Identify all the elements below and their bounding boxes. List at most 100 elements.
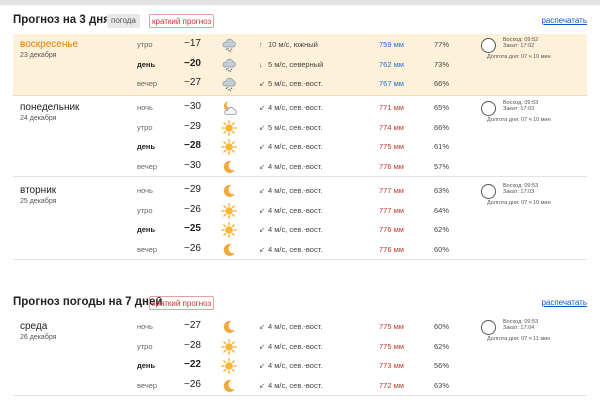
wind-info: ↙ 5 м/с, сев.-вост. [259,123,322,132]
humidity: 66% [434,79,450,88]
wind-arrow-icon: ↙ [259,186,266,195]
print-link[interactable]: распечатать [541,16,587,25]
sunset-time: Закат: 17:04 [503,325,535,331]
wind-text: 4 м/с, сев.-вост. [268,361,323,370]
wind-text: 4 м/с, сев.-вост. [268,322,323,331]
period-label: утро [137,205,153,215]
sun-info: Восход: 09:53 Закат: 17:04 Долгота дня: 07… [481,319,587,351]
humidity: 63% [434,380,450,390]
period-label: ночь [137,103,153,112]
print-link-7day[interactable]: распечатать [541,298,587,307]
wind-arrow-icon: ↙ [259,322,266,331]
top-bar [0,0,600,4]
period-row: вечер −26 ↙ 4 м/с, сев.-вост. 772 мм 63% [13,377,587,395]
sun-icon [221,222,237,238]
temperature: −26 [184,242,201,254]
temperature: −27 [184,77,201,88]
sun-icon [221,139,237,155]
moon-phase-icon [481,38,496,53]
tab-brief-forecast-7day[interactable]: краткий прогноз [149,296,215,310]
sun-icon [221,202,237,219]
wind-text: 4 м/с, сев.-вост. [268,244,323,254]
day-length: Долгота дня: 07 ч 10 мин [487,54,551,60]
wind-info: ↓ 5 м/с, северный [259,60,323,69]
wind-arrow-icon: ↙ [259,244,266,254]
wind-arrow-icon: ↙ [259,103,266,112]
temperature: −30 [184,101,201,112]
wind-arrow-icon: ↙ [259,225,266,234]
wind-info: ↙ 4 м/с, сев.-вост. [259,322,322,331]
cloud-snow-icon [221,57,237,73]
pressure: 775 мм [379,142,404,151]
temperature: −29 [184,120,201,132]
pressure: 767 мм [379,79,404,88]
temperature: −20 [184,57,201,69]
wind-info: ↙ 4 м/с, сев.-вост. [259,245,322,254]
pressure: 762 мм [379,59,404,69]
day-block: воскресенье 23 декабря утро −17 ↑ 10 м/с, южн… [13,34,587,96]
temperature: −17 [184,38,201,49]
period-label: ночь [137,186,153,195]
wind-arrow-icon: ↙ [259,161,266,171]
humidity: 65% [434,103,450,112]
wind-text: 4 м/с, сев.-вост. [268,161,323,171]
humidity: 66% [434,122,450,132]
humidity: 77% [434,40,450,49]
wind-arrow-icon: ↙ [259,361,266,370]
humidity: 64% [434,205,450,215]
tab-weather[interactable]: погода [107,14,140,28]
tab-brief-forecast[interactable]: краткий прогноз [149,14,215,28]
period-row: вечер −27 ↙ 5 м/с, сев.-вост. 767 мм 66% [13,75,587,93]
humidity: 63% [434,186,450,195]
sunset-time: Закат: 17:03 [503,189,535,195]
temperature: −26 [184,203,201,215]
period-label: день [137,142,156,151]
period-row: день −28 ↙ 4 м/с, сев.-вост. 775 мм 61% [13,138,587,156]
moon-icon [221,159,237,175]
pressure: 775 мм [379,341,404,351]
day-length: Долгота дня: 07 ч 10 мин [487,200,551,206]
day-block: среда 26 декабря ночь −27 ↙ 4 м/с, сев.-вост.… [13,316,587,396]
sun-icon [221,119,237,136]
period-label: утро [137,341,153,351]
wind-arrow-icon: ↑ [259,40,263,49]
moon-cloud-icon [221,100,237,116]
moon-icon [221,378,237,394]
sun-icon [221,358,237,374]
pressure: 772 мм [379,380,404,390]
section-3day-title: Прогноз на 3 дня [13,14,110,26]
wind-arrow-icon: ↙ [259,205,266,215]
wind-arrow-icon: ↙ [259,380,266,390]
moon-phase-icon [481,101,496,116]
temperature: −27 [184,320,201,331]
moon-phase-icon [481,184,496,199]
moon-icon [221,319,237,335]
wind-info: ↑ 10 м/с, южный [259,40,318,49]
wind-arrow-icon: ↓ [259,59,263,69]
sun-info: Восход: 09:53 Закат: 17:03 Долгота дня: 07… [481,183,587,215]
period-label: день [137,59,156,69]
pressure: 777 мм [379,205,404,215]
period-label: вечер [137,244,158,254]
wind-arrow-icon: ↙ [259,341,266,351]
day-block: вторник 25 декабря ночь −29 ↙ 4 м/с, сев.-вос… [13,180,587,260]
temperature: −25 [184,223,201,234]
period-label: утро [137,40,153,49]
period-label: день [137,361,156,370]
wind-text: 5 м/с, сев.-вост. [268,122,323,132]
sun-info: Восход: 09:53 Закат: 17:03 Долгота дня: 07… [481,100,587,132]
period-label: вечер [137,380,158,390]
cloud-snow-icon [221,76,237,92]
sunset-time: Закат: 17:03 [503,106,535,112]
period-label: утро [137,122,153,132]
wind-text: 4 м/с, сев.-вост. [268,186,323,195]
humidity: 60% [434,322,450,331]
wind-text: 4 м/с, сев.-вост. [268,103,323,112]
pressure: 776 мм [379,244,404,254]
period-row: вечер −30 ↙ 4 м/с, сев.-вост. 776 мм 57% [13,158,587,176]
temperature: −29 [184,184,201,195]
period-row: день −22 ↙ 4 м/с, сев.-вост. 773 мм 56% [13,357,587,375]
pressure: 773 мм [379,361,404,370]
wind-text: 4 м/с, сев.-вост. [268,380,323,390]
day-block: понедельник 24 декабря ночь −30 ↙ 4 м/с, сев.… [13,97,587,177]
